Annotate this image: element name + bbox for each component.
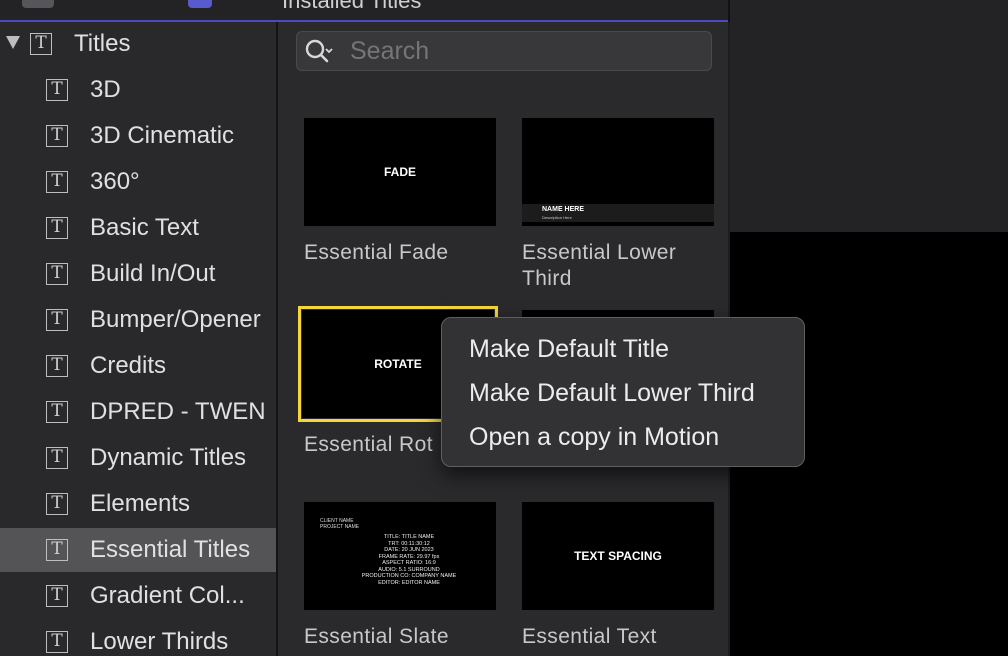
slate-body-text: TITLE: TITLE NAME TRT: 00:11:30:12 DATE:… (361, 534, 457, 586)
title-T-icon: T (46, 585, 68, 607)
thumbnail-desc-text: Description Here (542, 215, 572, 220)
inspector-panel (730, 22, 1008, 232)
search-icon[interactable] (304, 38, 334, 66)
sidebar-item-label: Essential Titles (90, 536, 251, 563)
title-T-icon: T (30, 33, 52, 55)
music-note-icon[interactable] (100, 0, 132, 8)
sidebar-item-dynamic-titles[interactable]: T Dynamic Titles (0, 436, 276, 480)
sidebar-item-label: Credits (90, 352, 167, 379)
title-thumbnail-essential-slate[interactable]: CLIENT NAME PROJECT NAME TITLE: TITLE NA… (304, 502, 496, 610)
titles-icon[interactable] (188, 0, 212, 8)
title-caption: Essential Fade (304, 241, 449, 264)
thumbnail-text: TEXT SPACING (574, 549, 662, 563)
menu-item-open-copy-in-motion[interactable]: Open a copy in Motion (469, 423, 719, 452)
sidebar-item-label: 360° (90, 168, 140, 195)
sidebar-item-3d[interactable]: T 3D (0, 68, 276, 112)
title-T-icon: T (46, 79, 68, 101)
titles-sidebar: T Titles T 3D T 3D Cinematic T 360° T Ba… (0, 22, 276, 656)
thumbnail-name-text: NAME HERE (542, 206, 585, 213)
browser-title[interactable]: Installed Titles (282, 0, 421, 14)
title-T-icon: T (46, 631, 68, 653)
sidebar-item-basic-text[interactable]: T Basic Text (0, 206, 276, 250)
sidebar-item-dpred-twen[interactable]: T DPRED - TWEN (0, 390, 276, 434)
sidebar-item-label: Gradient Col... (90, 582, 245, 609)
sidebar-item-label: 3D (90, 76, 121, 103)
sidebar-item-label: 3D Cinematic (90, 122, 235, 149)
title-T-icon: T (46, 401, 68, 423)
sidebar-item-lower-thirds[interactable]: T Lower Thirds (0, 620, 276, 656)
title-thumbnail-essential-fade[interactable]: FADE (304, 118, 496, 226)
context-menu: Make Default Title Make Default Lower Th… (441, 317, 805, 467)
sidebar-item-3d-cinematic[interactable]: T 3D Cinematic (0, 114, 276, 158)
sidebar-item-credits[interactable]: T Credits (0, 344, 276, 388)
title-thumbnail-essential-lower-third[interactable]: NAME HERE Description Here (522, 118, 714, 226)
title-T-icon: T (46, 309, 68, 331)
title-T-icon: T (46, 263, 68, 285)
toolbar: Installed Titles (0, 0, 1008, 22)
sidebar-item-essential-titles[interactable]: T Essential Titles (0, 528, 276, 572)
title-T-icon: T (46, 125, 68, 147)
title-T-icon: T (46, 493, 68, 515)
title-caption: Essential Slate (304, 625, 449, 648)
slate-header-text: CLIENT NAME PROJECT NAME (320, 518, 360, 530)
title-caption: Essential Text (522, 625, 657, 648)
menu-item-make-default-title[interactable]: Make Default Title (469, 335, 669, 364)
title-thumbnail-essential-text-spacing[interactable]: TEXT SPACING (522, 502, 714, 610)
sidebar-item-elements[interactable]: T Elements (0, 482, 276, 526)
sidebar-item-label: Bumper/Opener (90, 306, 261, 333)
sidebar-item-360[interactable]: T 360° (0, 160, 276, 204)
sidebar-item-label: Build In/Out (90, 260, 216, 287)
sidebar-item-label: Dynamic Titles (90, 444, 247, 471)
sidebar-item-label: Elements (90, 490, 191, 517)
disclosure-triangle-icon[interactable] (6, 36, 20, 49)
title-T-icon: T (46, 539, 68, 561)
sidebar-item-label: Lower Thirds (90, 628, 229, 655)
sidebar-item-label: Basic Text (90, 214, 199, 241)
search-input[interactable] (350, 37, 690, 66)
sidebar-item-gradient-colors[interactable]: T Gradient Col... (0, 574, 276, 618)
thumbnail-text: FADE (383, 165, 416, 179)
title-caption: Essential Lower Third (522, 241, 677, 290)
title-T-icon: T (46, 217, 68, 239)
title-T-icon: T (46, 447, 68, 469)
toolbar-divider (728, 0, 730, 22)
sidebar-item-bumper-opener[interactable]: T Bumper/Opener (0, 298, 276, 342)
title-T-icon: T (46, 171, 68, 193)
title-T-icon: T (46, 355, 68, 377)
menu-item-make-default-lower-third[interactable]: Make Default Lower Third (469, 379, 755, 408)
sidebar-item-titles[interactable]: T Titles (0, 22, 276, 66)
sidebar-item-label: Titles (74, 30, 131, 57)
sidebar-item-build-in-out[interactable]: T Build In/Out (0, 252, 276, 296)
sidebar-item-label: DPRED - TWEN (90, 398, 266, 425)
star-icon[interactable] (22, 0, 54, 8)
